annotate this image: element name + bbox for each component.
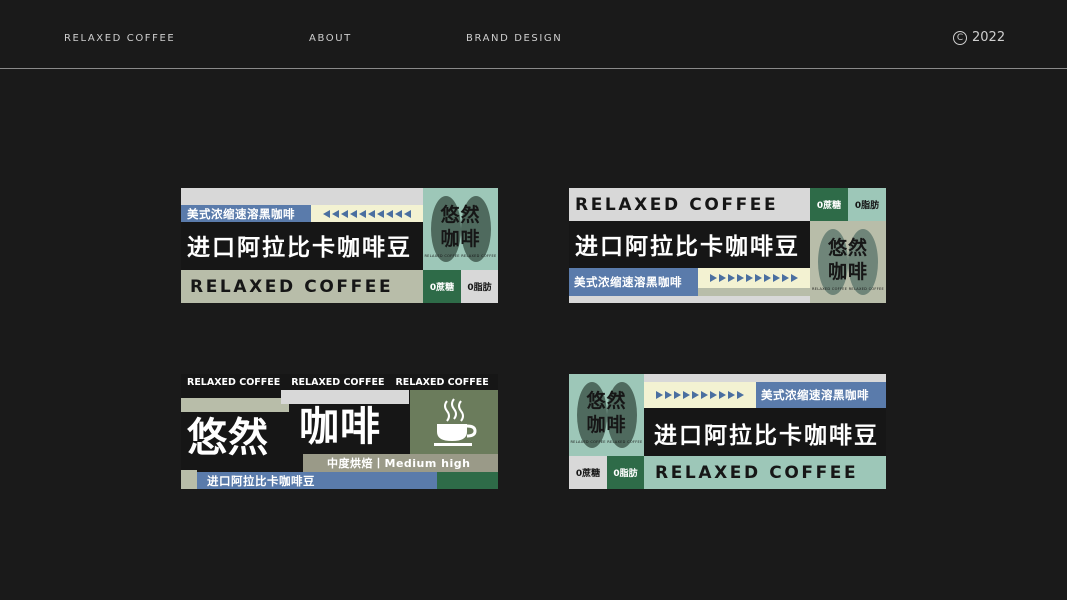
instant-coffee-bar: 美式浓缩速溶黑咖啡 — [756, 382, 886, 408]
zero-fat-text: 0脂肪 — [467, 283, 492, 293]
big-ka-fei-text: 咖啡 — [299, 404, 381, 450]
zero-sugar-text: 0蔗糖 — [429, 283, 455, 293]
product-name-text: 进口阿拉比卡咖啡豆 — [654, 423, 879, 449]
zero-sugar-badge: 0蔗糖 — [810, 188, 848, 221]
brand-repeat-1: RELAXED COFFEE — [187, 376, 281, 388]
product-name-row: 进口阿拉比卡咖啡豆 — [181, 222, 423, 268]
brand-repeat-2: RELAXED COFFEE — [291, 376, 385, 388]
logo-line1: 悠然 — [586, 390, 627, 412]
roast-text: 中度烘焙丨Medium high — [327, 457, 471, 470]
triangle-arrow-icon — [323, 209, 411, 218]
big-ka-fei-box: 咖啡 — [293, 400, 403, 454]
product-name-row: 进口阿拉比卡咖啡豆 — [644, 410, 886, 456]
zero-fat-badge: 0脂肪 — [607, 456, 644, 489]
logo-block: 悠然 咖啡 RELAXED COFFEE RELAXED COFFEE — [810, 221, 886, 303]
copyright-year: C 2022 — [953, 30, 1005, 45]
product-name-text: 进口阿拉比卡咖啡豆 — [207, 473, 315, 488]
brand-bar: RELAXED COFFEE — [644, 456, 886, 489]
nav-brand-design-link[interactable]: BRAND DESIGN — [466, 33, 562, 44]
sage-step-1 — [181, 398, 289, 412]
zero-fat-text: 0脂肪 — [613, 469, 638, 479]
logo-subtext: RELAXED COFFEE RELAXED COFFEE — [570, 440, 643, 444]
bottom-strip — [569, 296, 810, 303]
instant-coffee-text: 美式浓缩速溶黑咖啡 — [761, 388, 869, 402]
logo-line1: 悠然 — [440, 204, 481, 226]
label-design-3: RELAXED COFFEE RELAXED COFFEE RELAXED CO… — [181, 374, 498, 489]
brand-name-text: RELAXED COFFEE — [575, 194, 779, 215]
logo-block: 悠然 咖啡 RELAXED COFFEE RELAXED COFFEE — [569, 374, 644, 456]
zero-sugar-badge: 0蔗糖 — [569, 456, 607, 489]
label-design-2: RELAXED COFFEE 0蔗糖 0脂肪 进口阿拉比卡咖啡豆 美式浓缩速溶黑… — [569, 188, 886, 303]
product-name-text: 进口阿拉比卡咖啡豆 — [575, 234, 800, 260]
logo-line2: 咖啡 — [440, 228, 481, 250]
top-strip — [644, 374, 886, 382]
brand-bar: RELAXED COFFEE — [569, 188, 810, 221]
coffee-cup-block — [410, 390, 498, 454]
nav-brand-link[interactable]: RELAXED COFFEE — [64, 33, 175, 44]
top-strip — [181, 188, 423, 205]
zero-sugar-text: 0蔗糖 — [816, 201, 842, 211]
instant-coffee-bar: 美式浓缩速溶黑咖啡 — [181, 205, 311, 222]
product-blue-bar: 进口阿拉比卡咖啡豆 — [197, 472, 437, 489]
label-design-1: 美式浓缩速溶黑咖啡 进口阿拉比卡咖啡豆 RELAXED COFFEE 悠然 咖啡… — [181, 188, 498, 303]
logo-subtext: RELAXED COFFEE RELAXED COFFEE — [811, 287, 885, 291]
arrow-strip — [311, 205, 423, 222]
brand-name-text: RELAXED COFFEE — [190, 276, 394, 297]
brand-bar: RELAXED COFFEE — [181, 270, 423, 303]
big-you-ran-text: 悠然 — [187, 415, 269, 461]
roast-bar: 中度烘焙丨Medium high — [303, 454, 498, 472]
logo-line1: 悠然 — [827, 237, 868, 259]
logo-subtext: RELAXED COFFEE RELAXED COFFEE — [424, 254, 497, 258]
sage-strip — [698, 288, 810, 296]
brand-repeat-row: RELAXED COFFEE RELAXED COFFEE RELAXED CO… — [181, 374, 498, 390]
brand-repeat-3: RELAXED COFFEE — [395, 376, 489, 388]
header-divider — [0, 68, 1067, 69]
logo-block: 悠然 咖啡 RELAXED COFFEE RELAXED COFFEE — [423, 188, 498, 270]
zero-fat-badge: 0脂肪 — [848, 188, 886, 221]
zero-fat-badge: 0脂肪 — [461, 270, 498, 303]
year-text: 2022 — [972, 30, 1006, 45]
logo-line2: 咖啡 — [586, 414, 627, 436]
product-name-row: 进口阿拉比卡咖啡豆 — [569, 221, 810, 267]
big-you-ran-box: 悠然 — [181, 414, 289, 464]
top-nav: RELAXED COFFEE ABOUT BRAND DESIGN C 2022 — [0, 0, 1067, 68]
logo-line2: 咖啡 — [827, 261, 868, 283]
instant-coffee-text: 美式浓缩速溶黑咖啡 — [574, 275, 682, 289]
triangle-arrow-icon — [656, 391, 744, 399]
zero-sugar-badge: 0蔗糖 — [423, 270, 461, 303]
instant-coffee-bar: 美式浓缩速溶黑咖啡 — [569, 268, 698, 296]
label-design-4: 悠然 咖啡 RELAXED COFFEE RELAXED COFFEE 美式浓缩… — [569, 374, 886, 489]
green-corner — [437, 472, 498, 489]
zero-fat-text: 0脂肪 — [854, 201, 880, 211]
product-name-text: 进口阿拉比卡咖啡豆 — [187, 235, 412, 261]
arrow-strip — [698, 268, 810, 288]
zero-sugar-text: 0蔗糖 — [575, 469, 601, 479]
copyright-icon: C — [953, 30, 967, 45]
nav-about-link[interactable]: ABOUT — [309, 33, 352, 44]
instant-coffee-text: 美式浓缩速溶黑咖啡 — [187, 206, 295, 221]
arrow-strip — [644, 382, 756, 408]
brand-name-text: RELAXED COFFEE — [655, 462, 859, 483]
triangle-arrow-icon — [710, 274, 798, 282]
sage-corner — [181, 470, 197, 489]
coffee-cup-icon — [434, 398, 477, 446]
